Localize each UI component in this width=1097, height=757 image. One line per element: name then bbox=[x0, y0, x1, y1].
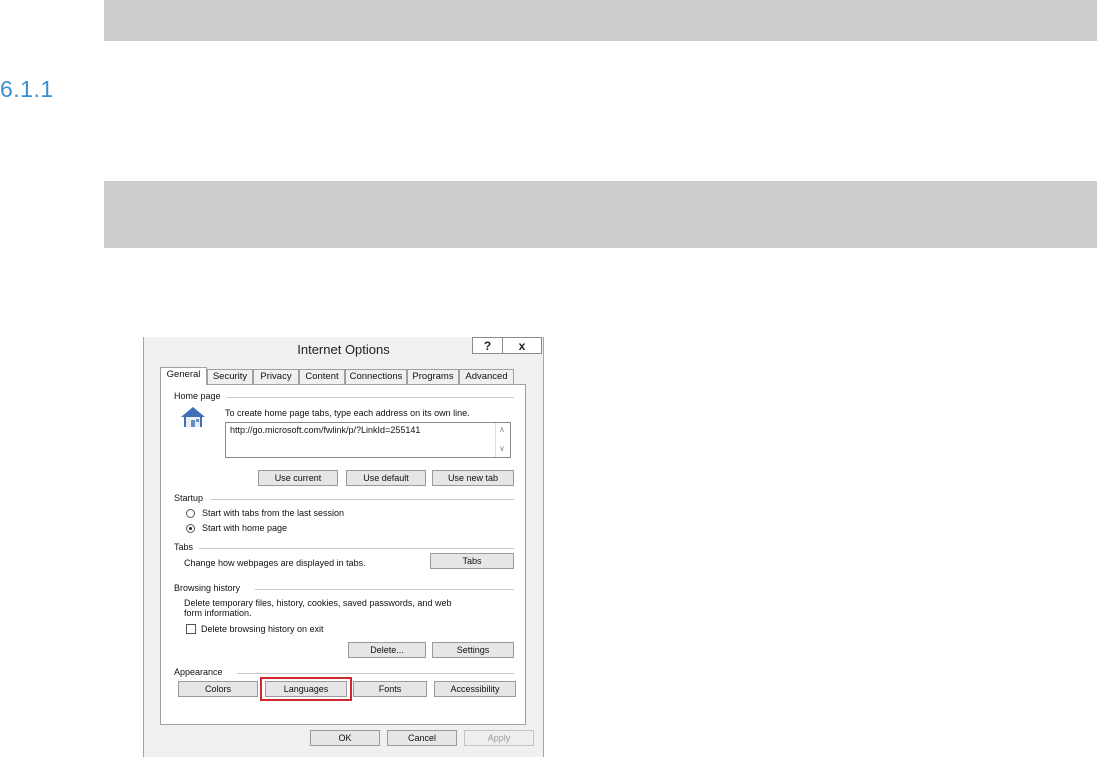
option-home-page-label: Start with home page bbox=[202, 523, 288, 533]
tab-programs[interactable]: Programs bbox=[407, 369, 459, 384]
browsing-history-description-2: form information. bbox=[184, 608, 252, 618]
tabs-divider bbox=[199, 548, 514, 549]
ok-button[interactable]: OK bbox=[310, 730, 380, 746]
use-new-tab-button[interactable]: Use new tab bbox=[432, 470, 514, 486]
tab-security[interactable]: Security bbox=[207, 369, 253, 384]
tabs-group-label: Tabs bbox=[174, 542, 194, 552]
browsing-history-group-label: Browsing history bbox=[174, 583, 241, 593]
startup-divider bbox=[211, 499, 514, 500]
languages-button[interactable]: Languages bbox=[265, 681, 347, 697]
tab-general[interactable]: General bbox=[160, 367, 207, 385]
delete-on-exit-label: Delete browsing history on exit bbox=[201, 624, 324, 634]
section-heading: 6.1.1 bbox=[0, 76, 54, 102]
middle-gray-bar bbox=[104, 181, 1097, 248]
tabs-description: Change how webpages are displayed in tab… bbox=[184, 558, 366, 568]
browsing-history-divider bbox=[255, 589, 514, 590]
home-page-address-box[interactable]: http://go.microsoft.com/fwlink/p/?LinkId… bbox=[225, 422, 511, 458]
use-current-button[interactable]: Use current bbox=[258, 470, 338, 486]
use-default-button[interactable]: Use default bbox=[346, 470, 426, 486]
radio-last-session[interactable] bbox=[186, 509, 195, 518]
scroll-down-icon[interactable]: ∨ bbox=[499, 444, 505, 453]
apply-button[interactable]: Apply bbox=[464, 730, 534, 746]
home-page-group-label: Home page bbox=[174, 391, 221, 401]
close-button[interactable]: x bbox=[502, 337, 542, 354]
delete-button[interactable]: Delete... bbox=[348, 642, 426, 658]
fonts-button[interactable]: Fonts bbox=[353, 681, 427, 697]
scroll-up-icon[interactable]: ∧ bbox=[499, 425, 505, 434]
home-page-divider bbox=[227, 397, 514, 398]
address-scrollbar[interactable]: ∧ ∨ bbox=[495, 423, 510, 457]
tab-connections[interactable]: Connections bbox=[345, 369, 407, 384]
startup-group-label: Startup bbox=[174, 493, 204, 503]
tab-advanced[interactable]: Advanced bbox=[459, 369, 514, 384]
appearance-divider bbox=[237, 673, 514, 674]
colors-button[interactable]: Colors bbox=[178, 681, 258, 697]
home-page-instruction: To create home page tabs, type each addr… bbox=[225, 408, 470, 418]
home-icon bbox=[181, 407, 205, 427]
top-gray-bar bbox=[104, 0, 1097, 41]
radio-home-page[interactable] bbox=[186, 524, 195, 533]
cancel-button[interactable]: Cancel bbox=[387, 730, 457, 746]
tab-content[interactable]: Content bbox=[299, 369, 345, 384]
accessibility-button[interactable]: Accessibility bbox=[434, 681, 516, 697]
appearance-group-label: Appearance bbox=[174, 667, 223, 677]
general-tab-panel: Home page To create home page tabs, type… bbox=[160, 384, 526, 725]
browsing-history-description-1: Delete temporary files, history, cookies… bbox=[184, 598, 452, 608]
dialog-titlebar: Internet Options ? x bbox=[144, 337, 543, 365]
help-button[interactable]: ? bbox=[472, 337, 503, 354]
option-last-session-label: Start with tabs from the last session bbox=[202, 508, 345, 518]
tabs-button[interactable]: Tabs bbox=[430, 553, 514, 569]
settings-button[interactable]: Settings bbox=[432, 642, 514, 658]
delete-on-exit-checkbox[interactable] bbox=[186, 624, 196, 634]
tab-privacy[interactable]: Privacy bbox=[253, 369, 299, 384]
home-page-address: http://go.microsoft.com/fwlink/p/?LinkId… bbox=[230, 425, 421, 435]
internet-options-dialog: Internet Options ? x General Security Pr… bbox=[143, 337, 544, 757]
